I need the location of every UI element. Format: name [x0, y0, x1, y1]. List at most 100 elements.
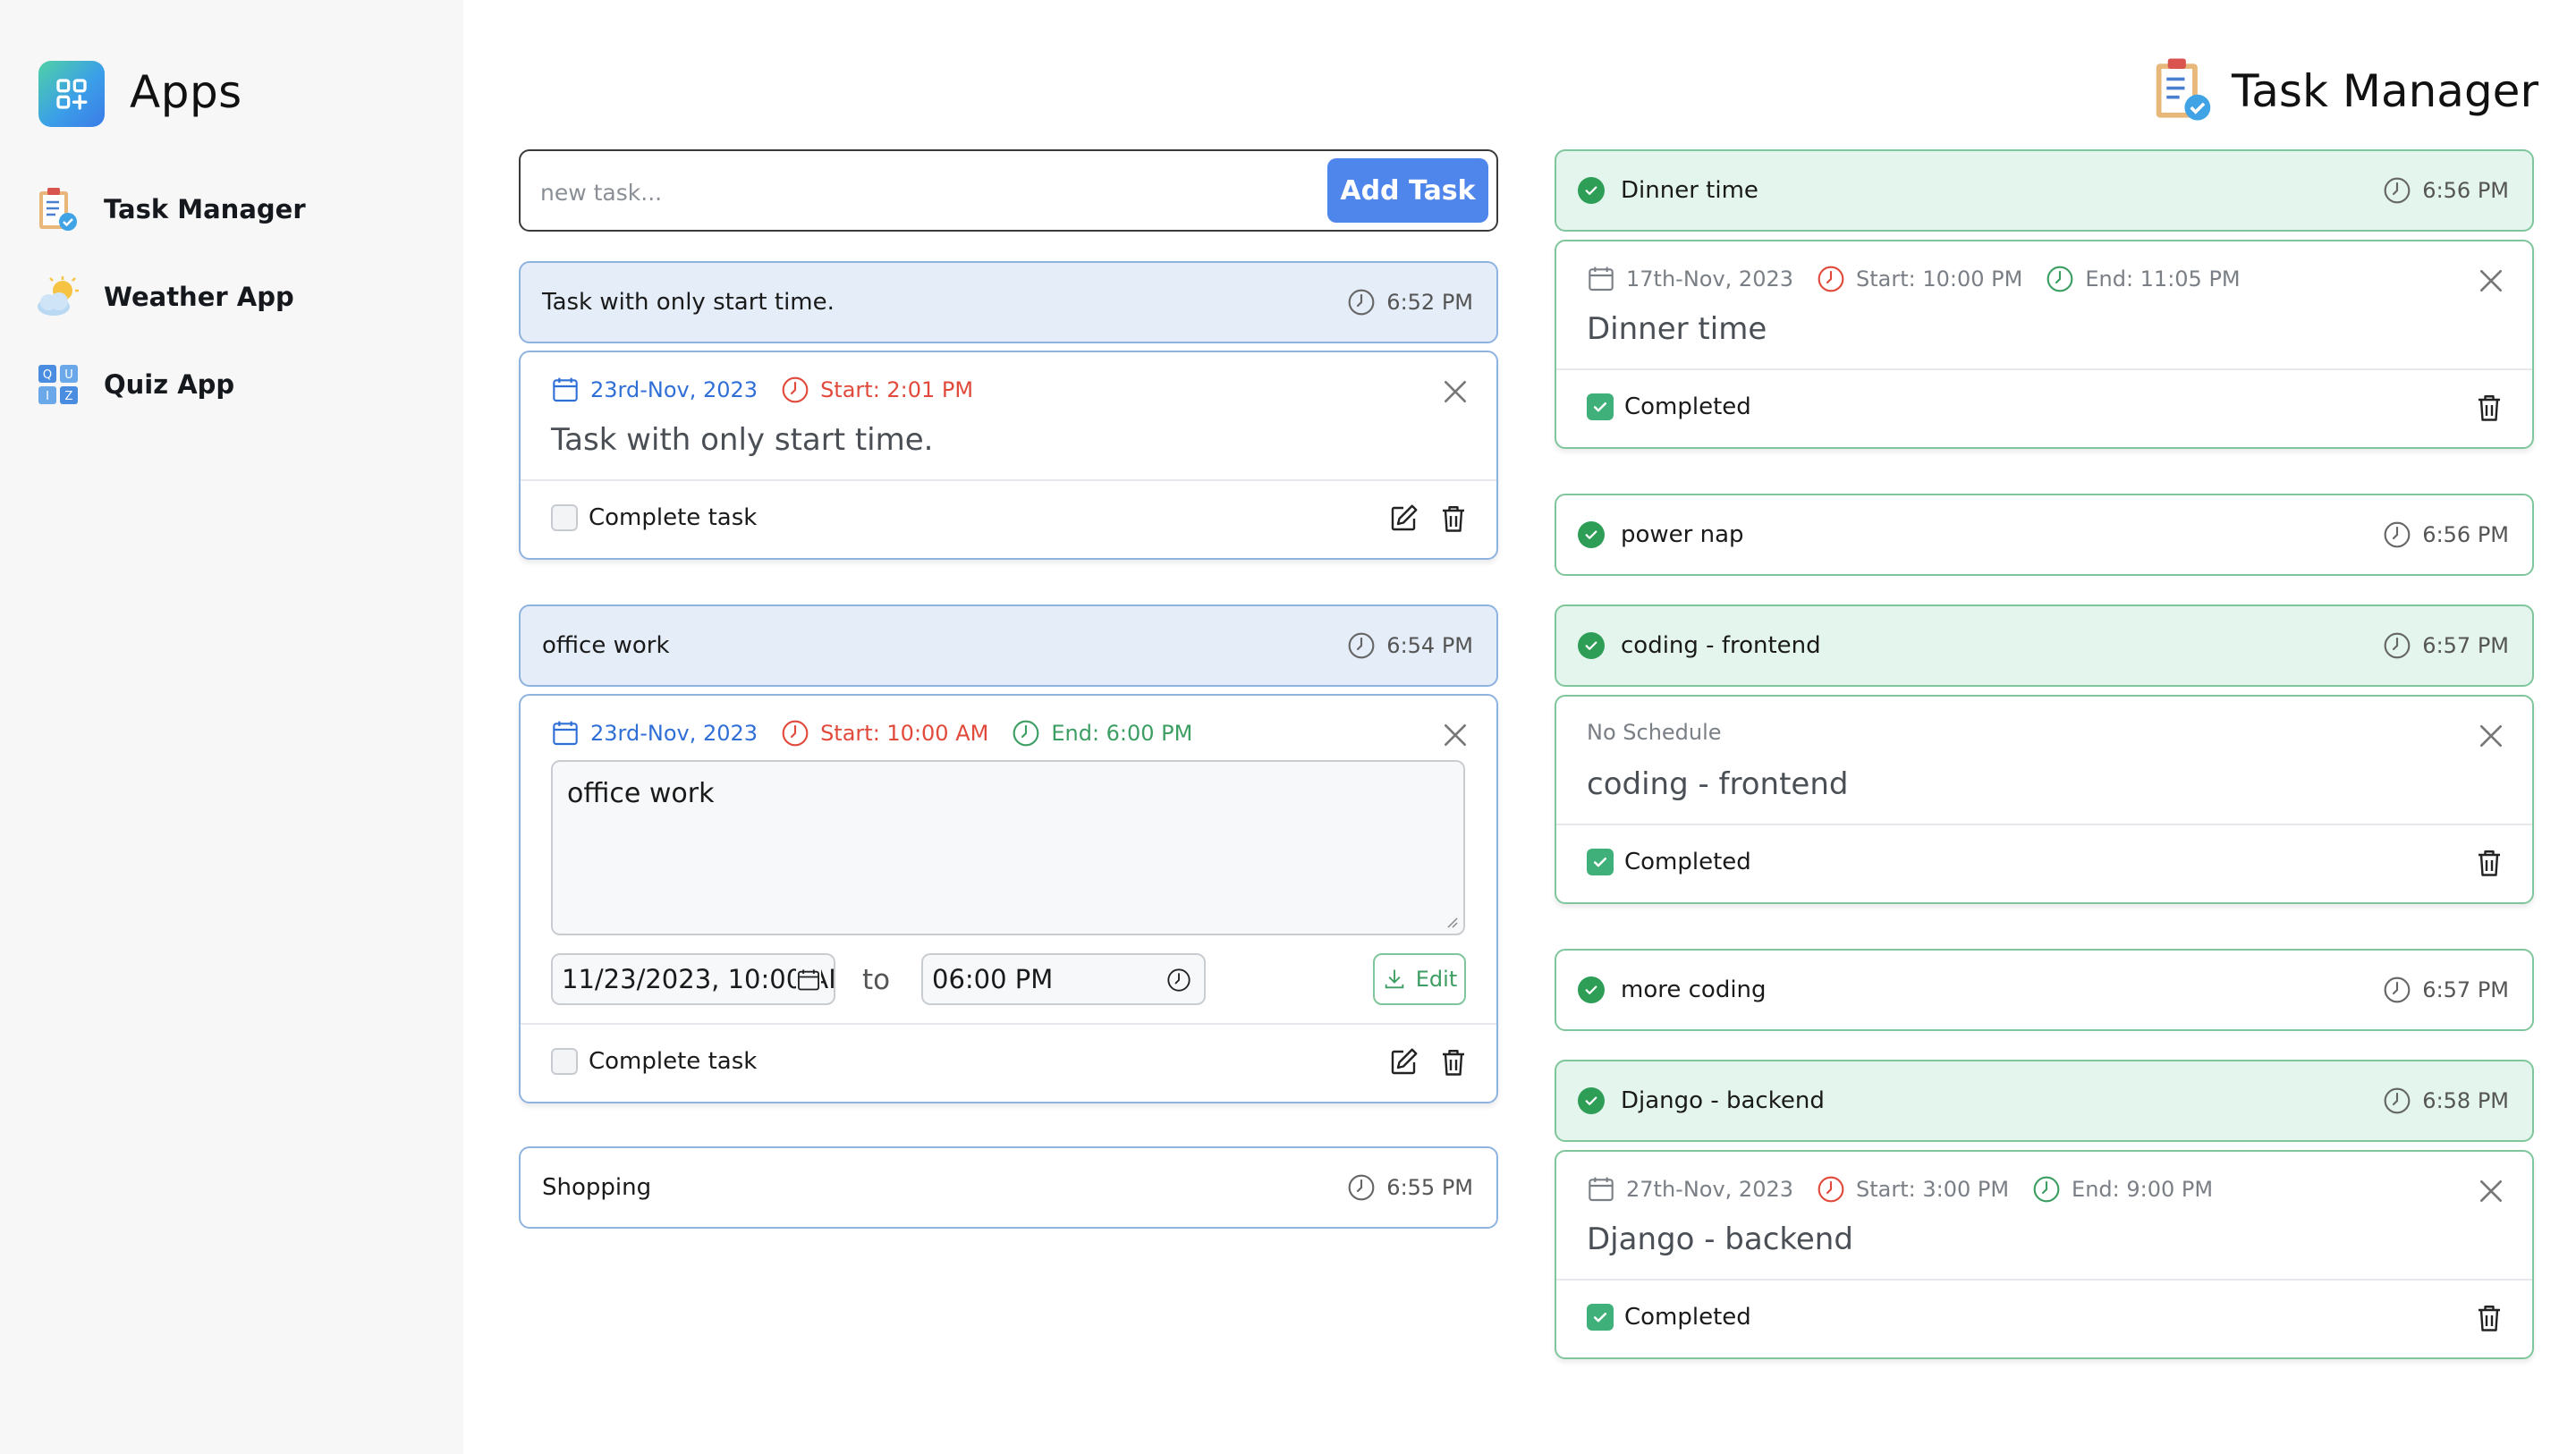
calendar-icon [1587, 265, 1615, 293]
clock-icon [2383, 631, 2411, 660]
clock-icon [781, 719, 809, 748]
task-header[interactable]: office work 6:54 PM [519, 604, 1498, 687]
task-footer: Completed [1587, 849, 1751, 875]
task-time-text: 6:55 PM [1386, 1175, 1473, 1200]
task-meta: 23rd-Nov, 2023 Start: 2:01 PM [551, 376, 996, 404]
sidebar-item-label: Weather App [104, 282, 294, 312]
completed-checkbox[interactable] [1587, 849, 1614, 875]
task-detail-title: Django - backend [1587, 1222, 1853, 1257]
task-meta: 27th-Nov, 2023 Start: 3:00 PM End: 9:00 … [1587, 1175, 2236, 1204]
trash-icon[interactable] [1436, 1044, 1471, 1080]
calendar-icon[interactable] [796, 968, 821, 993]
close-icon[interactable] [2477, 1177, 2505, 1205]
task-title: Django - backend [1621, 1087, 1825, 1114]
task-time: 6:55 PM [1347, 1173, 1473, 1202]
clock-icon [1347, 1173, 1376, 1202]
check-circle-icon [1578, 521, 1605, 548]
completed-task-header[interactable]: more coding 6:57 PM [1555, 949, 2534, 1031]
trash-icon[interactable] [2471, 390, 2507, 426]
task-header[interactable]: Task with only start time. 6:52 PM [519, 261, 1498, 343]
page-header: Task Manager [2151, 55, 2538, 127]
completed-checkbox[interactable] [1587, 1304, 1614, 1331]
task-description-textarea[interactable]: office work [551, 760, 1465, 935]
task-start-text: Start: 3:00 PM [1856, 1177, 2010, 1202]
edit-icon[interactable] [1385, 1044, 1421, 1080]
task-meta: 23rd-Nov, 2023 Start: 10:00 AM End: 6:00… [551, 719, 1216, 748]
sidebar-item-task-manager[interactable]: Task Manager [34, 182, 306, 236]
clipboard-check-icon [2151, 55, 2216, 127]
clock-icon [781, 376, 809, 404]
task-end: End: 9:00 PM [2032, 1175, 2213, 1204]
task-date-text: 23rd-Nov, 2023 [590, 721, 758, 746]
task-meta: 17th-Nov, 2023 Start: 10:00 PM End: 11:0… [1587, 265, 2264, 293]
resize-handle-icon[interactable] [1445, 916, 1458, 928]
task-start: Start: 2:01 PM [781, 376, 973, 404]
task-end-text: End: 9:00 PM [2072, 1177, 2214, 1202]
trash-icon[interactable] [2471, 845, 2507, 881]
edit-button[interactable]: Edit [1373, 953, 1466, 1005]
task-date-text: 17th-Nov, 2023 [1626, 266, 1793, 292]
task-end-text: End: 6:00 PM [1051, 721, 1193, 746]
completed-task-header[interactable]: Django - backend 6:58 PM [1555, 1060, 2534, 1142]
task-time: 6:57 PM [2383, 631, 2509, 660]
clock-icon [1012, 719, 1040, 748]
completed-task-header[interactable]: coding - frontend 6:57 PM [1555, 604, 2534, 687]
task-detail-title: Task with only start time. [551, 422, 934, 458]
close-icon[interactable] [1441, 377, 1470, 406]
divider [1556, 368, 2532, 370]
complete-task-label: Complete task [589, 504, 758, 531]
edit-icon[interactable] [1385, 501, 1421, 537]
task-footer: Completed [1587, 393, 1751, 420]
completed-task-header[interactable]: power nap 6:56 PM [1555, 494, 2534, 576]
clock-icon[interactable] [1166, 968, 1191, 993]
download-icon [1385, 969, 1404, 989]
task-title: Shopping [542, 1174, 652, 1201]
task-footer: Complete task [551, 1048, 757, 1075]
divider [1556, 1279, 2532, 1281]
task-detail: 17th-Nov, 2023 Start: 10:00 PM End: 11:0… [1555, 240, 2534, 449]
svg-text:Z: Z [65, 390, 73, 403]
task-title: more coding [1621, 976, 1767, 1003]
task-time: 6:56 PM [2383, 176, 2509, 205]
close-icon[interactable] [1441, 721, 1470, 749]
divider [521, 479, 1496, 481]
task-time: 6:57 PM [2383, 976, 2509, 1004]
completed-checkbox[interactable] [1587, 393, 1614, 420]
task-time-text: 6:52 PM [1386, 290, 1473, 315]
clock-icon [2383, 176, 2411, 205]
new-task-input[interactable] [540, 174, 1256, 210]
task-start-text: Start: 10:00 AM [820, 721, 989, 746]
divider [1556, 824, 2532, 825]
complete-task-checkbox[interactable] [551, 504, 578, 531]
task-description-text: office work [567, 778, 715, 809]
svg-text:U: U [64, 368, 73, 382]
task-date: 17th-Nov, 2023 [1587, 265, 1793, 293]
apps-logo-icon [38, 61, 105, 127]
complete-task-checkbox[interactable] [551, 1048, 578, 1075]
start-datetime-input[interactable]: 11/23/2023, 10:00 AM [551, 953, 835, 1005]
add-task-button[interactable]: Add Task [1327, 158, 1488, 223]
trash-icon[interactable] [1436, 501, 1471, 537]
completed-label: Completed [1624, 393, 1751, 420]
sidebar-item-quiz-app[interactable]: QU I Z Quiz App [34, 358, 234, 411]
start-datetime-value: 11/23/2023, 10:00 AM [562, 964, 835, 994]
task-detail: 23rd-Nov, 2023 Start: 10:00 AM End: 6:00… [519, 694, 1498, 1103]
close-icon[interactable] [2477, 722, 2505, 750]
trash-icon[interactable] [2471, 1300, 2507, 1336]
task-title: Dinner time [1621, 177, 1758, 204]
sidebar-item-weather-app[interactable]: Weather App [34, 270, 294, 324]
clock-icon [1347, 631, 1376, 660]
calendar-icon [551, 376, 580, 404]
task-header[interactable]: Shopping 6:55 PM [519, 1146, 1498, 1229]
task-title: Task with only start time. [542, 289, 835, 316]
sidebar-item-label: Quiz App [104, 369, 235, 400]
task-start: Start: 10:00 PM [1817, 265, 2022, 293]
close-icon[interactable] [2477, 266, 2505, 295]
sidebar-title: Apps [130, 66, 242, 118]
to-label: to [862, 964, 891, 996]
end-time-input[interactable]: 06:00 PM [921, 953, 1206, 1005]
svg-text:Q: Q [43, 368, 52, 382]
completed-task-header[interactable]: Dinner time 6:56 PM [1555, 149, 2534, 232]
clock-icon [2383, 976, 2411, 1004]
check-circle-icon [1578, 976, 1605, 1003]
